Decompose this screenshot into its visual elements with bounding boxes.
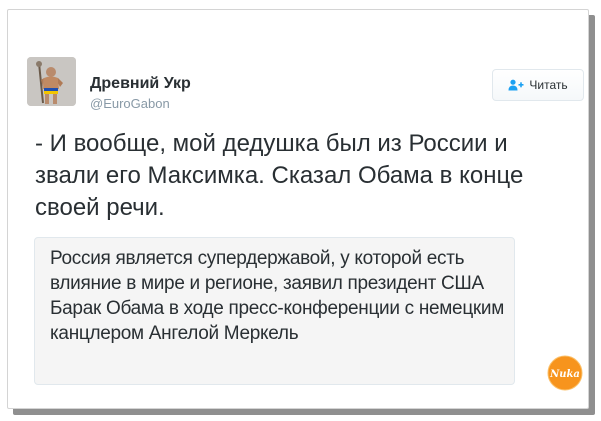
tweet-card: Древний Укр @EuroGabon Читать - И вообще… [7,9,589,409]
follow-label: Читать [529,78,568,92]
site-badge-icon: Nuka [547,355,583,391]
avatar[interactable] [27,57,76,106]
add-user-icon [508,79,524,91]
tweet-text: - И вообще, мой дедушка был из России и … [35,130,524,221]
avatar-image [27,57,76,106]
follow-button[interactable]: Читать [492,69,584,101]
author-name[interactable]: Древний Укр [90,75,191,93]
quoted-text-box: Россия является супердержавой, у которой… [34,237,515,385]
quoted-text: Россия является супердержавой, у которой… [50,248,504,344]
author-handle[interactable]: @EuroGabon [90,96,170,111]
badge-text: Nuka [549,369,580,380]
